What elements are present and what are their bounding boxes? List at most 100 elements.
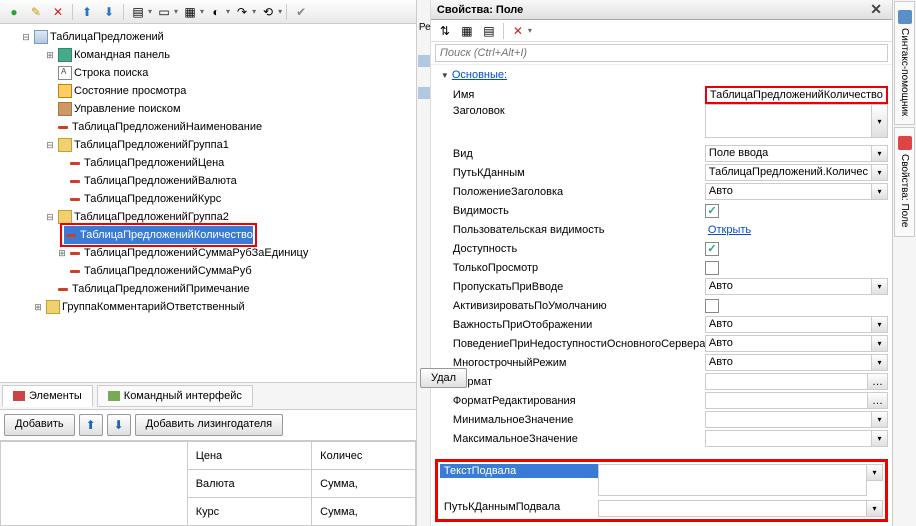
prop-label: ФорматРедактирования	[435, 394, 705, 408]
dropdown-icon[interactable]: ▾	[872, 183, 888, 200]
move-up-button[interactable]: ⬆	[77, 2, 97, 22]
dropdown-icon[interactable]: ▾	[872, 164, 888, 181]
tree-label[interactable]: Строка поиска	[74, 67, 148, 79]
importance-input[interactable]: Авто	[705, 316, 872, 333]
field-icon	[70, 252, 80, 255]
tree-label[interactable]: ТаблицаПредложенийКоличество	[80, 229, 253, 241]
tree-label[interactable]: ТаблицаПредложенийГруппа2	[74, 211, 229, 223]
field-icon	[58, 126, 68, 129]
footertext-label[interactable]: ТекстПодвала	[440, 464, 598, 478]
avail-checkbox[interactable]: ✓	[705, 242, 719, 256]
tree-label[interactable]: ГруппаКомментарийОтветственный	[62, 301, 245, 313]
expander[interactable]: ⊟	[44, 211, 56, 223]
format-input[interactable]	[705, 373, 868, 390]
expander[interactable]: ⊟	[20, 31, 32, 43]
dropdown-icon[interactable]: ▾	[872, 145, 888, 162]
dropdown-icon[interactable]: ▾	[872, 335, 888, 352]
delete-button[interactable]: Удал	[420, 368, 467, 388]
filter-button[interactable]: ▦	[457, 21, 477, 41]
sidetab-syntax[interactable]: Синтакс-помощник	[894, 1, 915, 125]
expander[interactable]: ⊞	[32, 301, 44, 313]
expander[interactable]: ⊞	[44, 49, 56, 61]
clear-button[interactable]: ✕	[508, 21, 528, 41]
cat-button[interactable]: ▤	[479, 21, 499, 41]
kind-input[interactable]: Поле ввода	[705, 145, 872, 162]
left-tabs: Элементы Командный интерфейс	[0, 382, 416, 409]
datapath-input[interactable]: ТаблицаПредложений.Количес	[705, 164, 872, 181]
tool-f[interactable]: ⟲	[258, 2, 278, 22]
move-up-btn[interactable]: ⬆	[79, 414, 103, 436]
tree-label[interactable]: Управление поиском	[74, 103, 181, 115]
footertext-input[interactable]	[598, 464, 867, 496]
maxval-input[interactable]	[705, 430, 872, 447]
gutter-tab[interactable]: Рекви	[417, 20, 430, 35]
tab-elements[interactable]: Элементы	[2, 385, 93, 407]
delete-button[interactable]: ✕	[48, 2, 68, 22]
footerpath-input[interactable]	[598, 500, 867, 517]
tree-label[interactable]: Состояние просмотра	[74, 85, 186, 97]
tree-label[interactable]: ТаблицаПредложенийПримечание	[72, 283, 250, 295]
dropdown-icon[interactable]: ▾	[872, 278, 888, 295]
side-tabs: Синтакс-помощник Свойства: Поле	[892, 0, 916, 526]
minval-input[interactable]	[705, 411, 872, 428]
tool-b[interactable]: ▭	[154, 2, 174, 22]
field-icon	[58, 288, 68, 291]
add-button[interactable]: ●	[4, 2, 24, 22]
dots-button[interactable]: …	[868, 392, 888, 409]
sort-button[interactable]: ⇅	[435, 21, 455, 41]
sidetab-props[interactable]: Свойства: Поле	[894, 127, 915, 236]
tree-label[interactable]: ТаблицаПредложенийКурс	[84, 193, 221, 205]
tool-e[interactable]: ↷	[232, 2, 252, 22]
tool-d[interactable]: ◐	[206, 2, 226, 22]
add-lessor-button[interactable]: Добавить лизингодателя	[135, 414, 283, 436]
visible-checkbox[interactable]: ✓	[705, 204, 719, 218]
cmdpanel-icon	[58, 48, 72, 62]
tree-label[interactable]: ТаблицаПредложенийГруппа1	[74, 139, 229, 151]
tree-label[interactable]: ТаблицаПредложенийЦена	[84, 157, 224, 169]
tree-label[interactable]: ТаблицаПредложений	[50, 31, 164, 43]
properties-title-bar: Свойства: Поле ✕	[431, 0, 892, 20]
dropdown-icon[interactable]: ▾	[867, 464, 883, 481]
uservis-link[interactable]: Открыть	[705, 223, 754, 237]
activate-checkbox[interactable]	[705, 299, 719, 313]
field-icon	[70, 270, 80, 273]
dropdown-icon[interactable]: ▾	[872, 411, 888, 428]
tool-a[interactable]: ▤	[128, 2, 148, 22]
tab-cmdui[interactable]: Командный интерфейс	[97, 385, 253, 407]
titlepos-input[interactable]: Авто	[705, 183, 872, 200]
title-input[interactable]	[705, 104, 872, 138]
search-input[interactable]	[435, 44, 888, 62]
middle-gutter: Рекви	[417, 0, 431, 526]
dropdown-icon[interactable]: ▾	[872, 354, 888, 371]
prop-label: Имя	[435, 88, 705, 102]
tree-label[interactable]: Командная панель	[74, 49, 170, 61]
footerpath-label: ПутьКДаннымПодвала	[440, 500, 598, 514]
dots-button[interactable]: …	[868, 373, 888, 390]
tree-label[interactable]: ТаблицаПредложенийНаименование	[72, 121, 262, 133]
prop-label: Формат	[435, 375, 705, 389]
add-row-button[interactable]: Добавить	[4, 414, 75, 436]
dropdown-icon[interactable]: ▾	[867, 500, 883, 517]
dropdown-icon[interactable]: ▾	[872, 430, 888, 447]
readonly-checkbox[interactable]	[705, 261, 719, 275]
th-price: Цена	[187, 442, 311, 470]
expander[interactable]: ⊟	[44, 139, 56, 151]
dropdown-icon[interactable]: ▾	[872, 316, 888, 333]
move-down-button[interactable]: ⬇	[99, 2, 119, 22]
skip-input[interactable]: Авто	[705, 278, 872, 295]
section-main[interactable]: Основные:	[435, 65, 888, 85]
tool-c[interactable]: ▦	[180, 2, 200, 22]
edit-button[interactable]: ✎	[26, 2, 46, 22]
multiline-input[interactable]: Авто	[705, 354, 872, 371]
name-input[interactable]: ТаблицаПредложенийКоличество	[705, 86, 888, 104]
check-button[interactable]: ✔	[291, 2, 311, 22]
dropdown-icon[interactable]: ▾	[872, 104, 888, 138]
move-down-btn[interactable]: ⬇	[107, 414, 131, 436]
tree-label[interactable]: ТаблицаПредложенийВалюта	[84, 175, 237, 187]
tree-label[interactable]: ТаблицаПредложенийСуммаРубЗаЕдиницу	[84, 247, 308, 259]
editformat-input[interactable]	[705, 392, 868, 409]
behavior-input[interactable]: Авто	[705, 335, 872, 352]
tree-label[interactable]: ТаблицаПредложенийСуммаРуб	[84, 265, 252, 277]
close-icon[interactable]: ✕	[866, 1, 886, 18]
expander[interactable]: ⊞	[56, 247, 68, 259]
